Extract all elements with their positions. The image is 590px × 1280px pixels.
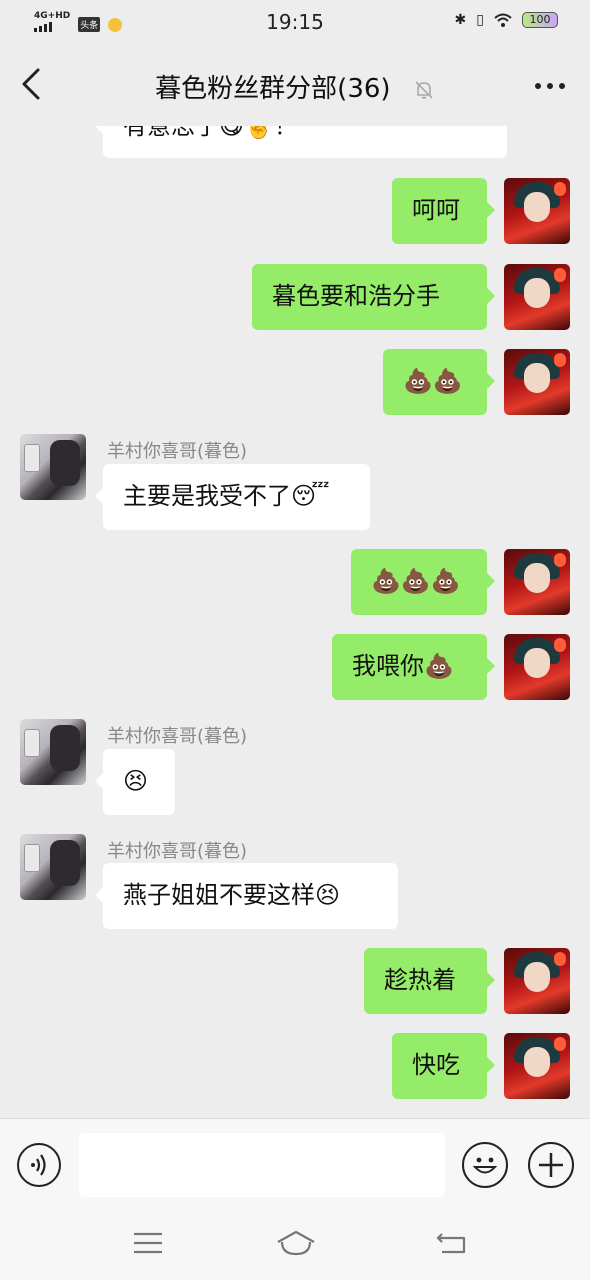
message-bubble[interactable]: 呵呵 [392,178,495,244]
system-nav-bar [0,1210,590,1280]
message-bubble[interactable]: 燕子姐姐不要这样😣 [95,863,398,929]
message-bubble[interactable]: 主要是我受不了😴 [95,464,370,530]
message-text: 快吃 [412,1051,460,1079]
message-text: 💩💩💩 [371,567,461,595]
message-text: 暮色要和浩分手 [272,282,440,310]
avatar[interactable] [20,434,86,500]
message-text: 我喂你💩 [352,652,454,680]
avatar[interactable] [20,719,86,785]
plus-button[interactable] [528,1142,574,1188]
avatar[interactable] [504,349,570,415]
vibrate-icon: ▯ [476,12,484,28]
group-name: 暮色粉丝群分部(36) [155,74,391,104]
message-bubble[interactable]: 💩💩 [383,349,495,415]
emoji-button[interactable] [462,1142,508,1188]
message-text: 主要是我受不了😴 [123,482,330,510]
more-dots-icon[interactable] [530,72,570,100]
message-bubble[interactable]: 趁热着 [364,948,495,1014]
voice-icon [31,1154,46,1176]
avatar[interactable] [504,549,570,615]
avatar[interactable] [20,834,86,900]
wifi-icon [494,13,512,27]
chat-header: 暮色粉丝群分部(36) [0,44,590,126]
avatar[interactable] [504,178,570,244]
message-text: 趁热着 [384,966,456,994]
message-text: 燕子姐姐不要这样😣 [123,881,341,909]
message-input[interactable] [79,1133,445,1197]
avatar[interactable] [504,264,570,330]
message-list[interactable]: 有意思了😋✌️！ 呵呵 暮色要和浩分手 💩💩 羊村你喜哥(暮色) 主要是我受不了… [0,126,590,1118]
message-bubble[interactable]: 有意思了😋✌️！ [95,126,507,158]
bluetooth-icon: ✱ [454,12,467,28]
plus-icon [539,1153,563,1177]
status-right: ✱ ▯ 100 [455,12,558,28]
voice-button[interactable] [17,1143,61,1187]
emoji-icon [472,1157,498,1174]
page-title: 暮色粉丝群分部(36) [0,68,590,105]
message-bubble[interactable]: 我喂你💩 [332,634,495,700]
sender-name: 羊村你喜哥(暮色) [107,726,248,747]
menu-icon[interactable] [130,1228,166,1258]
status-bar: 4G+HD 头条 19:15 ✱ ▯ 100 [0,0,590,44]
sender-name: 羊村你喜哥(暮色) [107,841,248,862]
battery-icon: 100 [522,12,558,28]
back-icon[interactable] [434,1228,470,1258]
message-bubble[interactable]: 快吃 [392,1033,495,1099]
bell-off-icon [415,80,433,99]
message-bubble[interactable]: 💩💩💩 [351,549,495,615]
message-text: 有意思了😋✌️！ [123,126,298,140]
message-bubble[interactable]: 暮色要和浩分手 [252,264,495,330]
message-text: 呵呵 [412,196,460,224]
home-icon[interactable] [276,1228,316,1258]
input-bar [0,1118,590,1210]
message-text: 💩💩 [403,367,463,395]
message-bubble[interactable]: 😣 [95,749,175,815]
message-text: 😣 [123,767,149,795]
avatar[interactable] [504,634,570,700]
avatar[interactable] [504,948,570,1014]
sender-name: 羊村你喜哥(暮色) [107,441,248,462]
avatar[interactable] [504,1033,570,1099]
